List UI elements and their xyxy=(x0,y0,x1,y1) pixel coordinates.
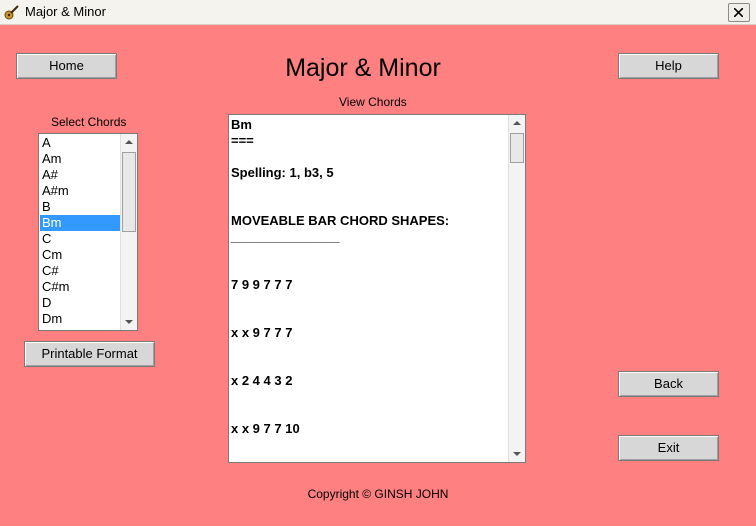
chord-view-line: x 2 4 4 3 2 xyxy=(231,373,293,388)
chord-view-content[interactable]: Bm === Spelling: 1, b3, 5 MOVEABLE BAR CHOR… xyxy=(231,117,507,462)
chord-view-line xyxy=(231,309,507,325)
list-item[interactable]: B xyxy=(40,199,122,215)
scroll-thumb[interactable] xyxy=(122,152,136,232)
copyright-text: Copyright © GINSH JOHN xyxy=(307,487,449,501)
chord-view-line xyxy=(231,149,507,165)
chord-view-line xyxy=(231,197,507,213)
list-item[interactable]: D xyxy=(40,295,122,311)
chord-view-line: === xyxy=(231,133,254,148)
list-item[interactable]: A#m xyxy=(40,183,122,199)
close-button[interactable] xyxy=(728,3,750,22)
scroll-up-button[interactable] xyxy=(509,115,525,131)
list-item[interactable]: A xyxy=(40,135,122,151)
list-item[interactable]: A# xyxy=(40,167,122,183)
chord-view-line: _______________ xyxy=(231,229,340,244)
list-item[interactable]: Cm xyxy=(40,247,122,263)
guitar-icon xyxy=(4,5,19,20)
chord-view-line: Bm xyxy=(231,117,252,132)
chord-view-line: 7 9 9 7 7 7 xyxy=(231,277,293,292)
exit-button[interactable]: Exit xyxy=(618,435,719,461)
chord-view-line xyxy=(231,245,507,261)
list-item[interactable]: Dm xyxy=(40,311,122,327)
chord-view-line xyxy=(231,453,507,462)
view-chords-label: View Chords xyxy=(339,95,407,109)
back-button[interactable]: Back xyxy=(618,371,719,397)
chord-view-textbox[interactable]: Bm === Spelling: 1, b3, 5 MOVEABLE BAR CHOR… xyxy=(228,114,526,463)
list-item[interactable]: Am xyxy=(40,151,122,167)
list-item[interactable]: C# xyxy=(40,263,122,279)
chord-view-line xyxy=(231,357,507,373)
chevron-up-icon xyxy=(513,121,521,125)
scroll-down-button[interactable] xyxy=(509,446,525,462)
window-title: Major & Minor xyxy=(25,4,106,19)
chord-view-scrollbar[interactable] xyxy=(508,115,525,462)
chord-view-line xyxy=(231,389,507,405)
list-item[interactable]: D# xyxy=(40,327,122,330)
chord-view-line: Spelling: 1, b3, 5 xyxy=(231,165,334,180)
chord-view-line xyxy=(231,261,507,277)
chord-view-line xyxy=(231,293,507,309)
chord-list[interactable]: AAmA#A#mBBmCCmC#C#mDDmD# xyxy=(40,135,122,330)
printable-format-button[interactable]: Printable Format xyxy=(24,341,155,367)
help-button[interactable]: Help xyxy=(618,53,719,79)
chord-view-line: x x 9 7 7 10 xyxy=(231,421,300,436)
chevron-down-icon xyxy=(125,320,133,324)
scroll-down-button[interactable] xyxy=(121,314,137,330)
list-item[interactable]: C xyxy=(40,231,122,247)
chord-view-line xyxy=(231,181,507,197)
chevron-down-icon xyxy=(513,452,521,456)
scroll-thumb[interactable] xyxy=(510,133,524,163)
page-title: Major & Minor xyxy=(285,54,441,82)
list-item[interactable]: Bm xyxy=(40,215,122,231)
title-bar[interactable]: Major & Minor xyxy=(0,0,756,25)
chord-list-scrollbar[interactable] xyxy=(120,134,137,330)
chord-view-line: MOVEABLE BAR CHORD SHAPES: xyxy=(231,213,450,228)
scroll-up-button[interactable] xyxy=(121,134,137,150)
chord-view-line xyxy=(231,405,507,421)
chord-view-line: x x 9 7 7 7 xyxy=(231,325,293,340)
close-icon xyxy=(734,8,743,17)
select-chords-label: Select Chords xyxy=(51,115,127,129)
chord-view-line xyxy=(231,341,507,357)
chord-listbox[interactable]: AAmA#A#mBBmCCmC#C#mDDmD# xyxy=(38,133,138,331)
chevron-up-icon xyxy=(125,140,133,144)
chord-view-line xyxy=(231,437,507,453)
home-button[interactable]: Home xyxy=(16,53,117,79)
list-item[interactable]: C#m xyxy=(40,279,122,295)
